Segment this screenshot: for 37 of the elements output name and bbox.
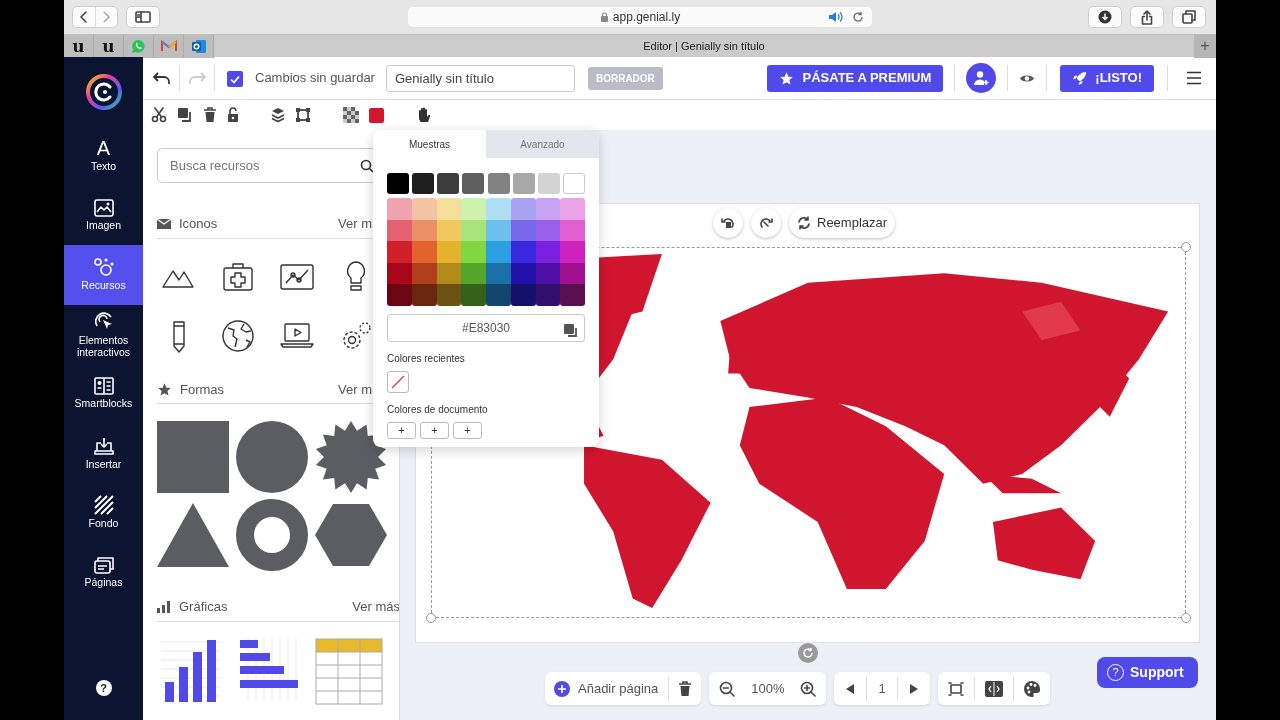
replace-button[interactable]: Reemplazar (789, 208, 896, 238)
premium-button[interactable]: PÁSATE A PREMIUM (767, 64, 944, 92)
sidebar-item[interactable]: Recursos (64, 245, 143, 305)
help-icon[interactable]: ? (95, 680, 112, 696)
hex-field[interactable]: #E83030 (387, 313, 585, 342)
section-label: Colores recientes (387, 351, 466, 366)
add-color-button[interactable]: + (453, 421, 482, 439)
picker-tab[interactable]: Muestras (373, 130, 486, 158)
add-color-button[interactable]: + (420, 421, 449, 439)
sidebar-item[interactable]: Páginas (64, 542, 143, 602)
sidebar-item[interactable]: A Texto (64, 126, 143, 186)
url-text: app.genial.ly (612, 9, 681, 26)
sidebar-item[interactable]: Imagen (64, 185, 143, 245)
section-title: Iconos (179, 215, 218, 233)
section-label: Colores de documento (387, 402, 489, 417)
tab-title[interactable]: Editor | Genially sin título (643, 39, 765, 52)
sidebar-item[interactable]: Elementos interactivos (64, 304, 143, 364)
section-title: Formas (180, 380, 225, 399)
section-title: Gráficas (179, 598, 228, 616)
title-field[interactable]: Genially sin título (385, 64, 575, 92)
text-icon: A (96, 138, 111, 159)
picker-tab[interactable]: Avanzado (486, 130, 599, 158)
sidebar-item[interactable]: Smartblocks (64, 364, 143, 424)
draft-badge: BORRADOR (587, 66, 663, 90)
see-more-link[interactable]: Ver m (338, 379, 372, 399)
support-button[interactable]: ? Support (1097, 657, 1198, 688)
sidebar-item[interactable]: Insertar (64, 423, 143, 483)
page-number: 1 (877, 679, 887, 698)
address-bar[interactable]: app.genial.ly (408, 7, 872, 27)
see-more-link[interactable]: Ver más (352, 597, 399, 617)
sidebar-item[interactable]: Fondo (64, 483, 143, 543)
zoom-level: 100% (750, 679, 786, 698)
add-color-button[interactable]: + (387, 421, 416, 439)
see-more-link[interactable]: Ver m (338, 214, 372, 234)
done-button[interactable]: ¡LISTO! (1060, 64, 1154, 92)
save-status: Cambios sin guardar (255, 69, 375, 88)
new-tab-button[interactable]: + (1194, 34, 1216, 58)
